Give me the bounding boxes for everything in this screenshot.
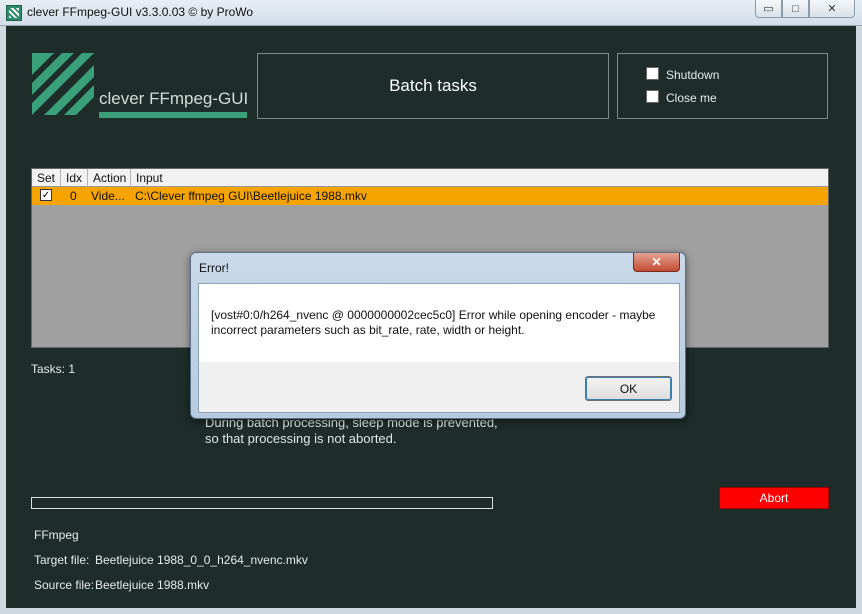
dialog-body: [vost#0:0/h264_nvenc @ 0000000002cec5c0]… bbox=[198, 283, 680, 413]
window-title: clever FFmpeg-GUI v3.3.0.03 © by ProWo bbox=[27, 5, 254, 19]
page-title: Batch tasks bbox=[389, 76, 477, 95]
row-action: Vide... bbox=[91, 189, 125, 203]
source-file-label: Source file: bbox=[34, 578, 95, 592]
row-input: C:\Clever ffmpeg GUI\Beetlejuice 1988.mk… bbox=[135, 189, 367, 203]
table-header: Set Idx Action Input bbox=[32, 169, 828, 187]
dialog-title: Error! bbox=[199, 261, 229, 275]
logo-underline bbox=[99, 112, 247, 118]
tasks-value: 1 bbox=[68, 362, 76, 376]
ok-button[interactable]: OK bbox=[585, 376, 672, 401]
options-panel bbox=[617, 53, 828, 119]
title-bar[interactable]: clever FFmpeg-GUI v3.3.0.03 © by ProWo ▭… bbox=[0, 0, 862, 26]
ffmpeg-label: FFmpeg bbox=[34, 528, 79, 542]
sleep-note-line-2: so that processing is not aborted. bbox=[205, 431, 397, 446]
close-me-label: Close me bbox=[666, 91, 717, 105]
dialog-close-button[interactable]: ✕ bbox=[633, 253, 680, 272]
column-header-action[interactable]: Action bbox=[88, 169, 131, 187]
target-file-value: Beetlejuice 1988_0_0_h264_nvenc.mkv bbox=[95, 553, 308, 567]
sleep-mode-note: During batch processing, sleep mode is p… bbox=[205, 415, 498, 447]
column-header-set[interactable]: Set bbox=[32, 169, 61, 187]
column-header-idx[interactable]: Idx bbox=[61, 169, 88, 187]
row-set-checkbox[interactable]: ✓ bbox=[40, 189, 52, 201]
column-header-input[interactable]: Input bbox=[131, 169, 828, 187]
minimize-button[interactable]: ▭ bbox=[755, 0, 782, 18]
error-message: [vost#0:0/h264_nvenc @ 0000000002cec5c0]… bbox=[211, 308, 656, 337]
logo-icon bbox=[32, 53, 94, 115]
tasks-count: Tasks: 1 bbox=[31, 362, 75, 376]
shutdown-label: Shutdown bbox=[666, 68, 720, 82]
window-close-button[interactable]: ✕ bbox=[809, 0, 855, 18]
source-file-value: Beetlejuice 1988.mkv bbox=[95, 578, 210, 592]
tasks-label: Tasks: bbox=[31, 362, 66, 376]
batch-tasks-panel: Batch tasks bbox=[257, 53, 609, 119]
row-idx: 0 bbox=[70, 189, 77, 203]
close-me-checkbox[interactable] bbox=[646, 90, 659, 103]
target-file-label: Target file: bbox=[34, 553, 90, 567]
progress-bar bbox=[31, 497, 493, 509]
table-row[interactable]: ✓ 0 Vide... C:\Clever ffmpeg GUI\Beetlej… bbox=[32, 187, 828, 205]
app-icon bbox=[6, 5, 22, 21]
maximize-button[interactable]: □ bbox=[782, 0, 809, 18]
dialog-message-area: [vost#0:0/h264_nvenc @ 0000000002cec5c0]… bbox=[199, 284, 679, 362]
shutdown-checkbox[interactable] bbox=[646, 67, 659, 80]
logo-text: clever FFmpeg-GUI bbox=[99, 89, 249, 108]
error-dialog[interactable]: Error! ✕ [vost#0:0/h264_nvenc @ 00000000… bbox=[190, 252, 686, 419]
abort-button[interactable]: Abort bbox=[719, 487, 829, 509]
